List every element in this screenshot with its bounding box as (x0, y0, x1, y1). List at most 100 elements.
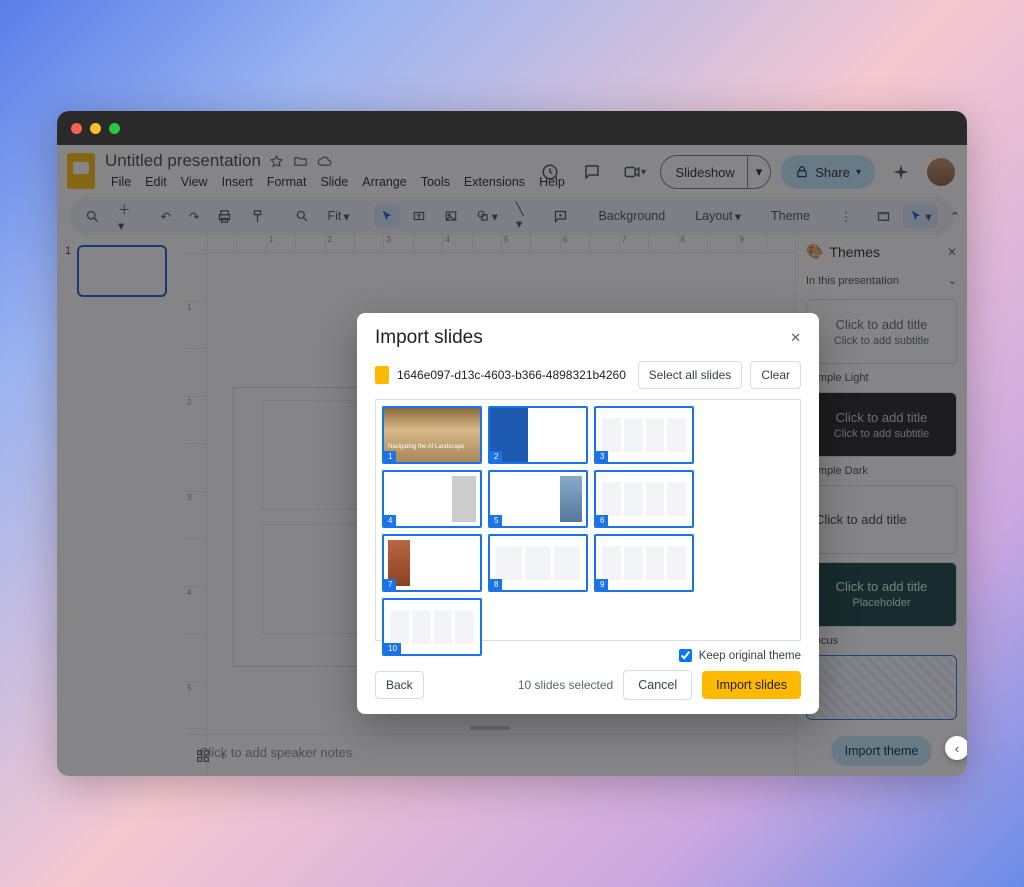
line-icon[interactable]: ╲ ▾ (510, 197, 530, 235)
menu-tools[interactable]: Tools (415, 173, 456, 191)
theme-label-focus: Focus (806, 635, 957, 647)
new-slide-button[interactable]: ＋ ▾ (112, 195, 137, 237)
theme-card-5[interactable] (806, 655, 957, 720)
close-themes-icon[interactable]: ✕ (947, 245, 957, 259)
window-max-dot[interactable] (109, 123, 120, 134)
slides-logo-icon[interactable] (67, 153, 95, 189)
move-folder-icon[interactable] (293, 153, 309, 169)
back-button[interactable]: Back (375, 671, 424, 699)
window-titlebar (57, 111, 967, 145)
slideshow-button[interactable]: Slideshow (660, 155, 746, 189)
import-theme-button[interactable]: Import theme (831, 736, 933, 766)
import-slide-2[interactable]: 2 (488, 406, 588, 464)
themes-sidebar: 🎨 Themes ✕ In this presentation ⌄ Click t… (795, 235, 967, 776)
slideshow-options-button[interactable]: ▾ (747, 155, 772, 189)
import-slide-9[interactable]: 9 (594, 534, 694, 592)
paint-format-icon[interactable] (244, 205, 271, 228)
slide-thumbnail-1[interactable] (77, 245, 167, 297)
slides-app: Untitled presentation File Edit View (57, 145, 967, 776)
cloud-status-icon[interactable] (317, 153, 333, 169)
comments-icon[interactable] (576, 156, 608, 188)
import-slide-5[interactable]: 5 (488, 470, 588, 528)
source-file-icon (375, 366, 389, 384)
document-title[interactable]: Untitled presentation (105, 151, 261, 171)
theme-button[interactable]: Theme (765, 205, 816, 227)
themes-title: Themes (829, 244, 880, 260)
theme-card-focus[interactable]: Click to add title Placeholder (806, 562, 957, 627)
dialog-title: Import slides (375, 327, 483, 349)
share-button[interactable]: Share ▾ (781, 155, 875, 189)
zoom-select[interactable]: Fit ▾ (321, 205, 355, 228)
toolbar: ＋ ▾ ↶ ↷ Fit ▾ ▾ ╲ ▾ Background Layout ▾ … (69, 197, 955, 235)
more-icon[interactable]: ⋮ (834, 205, 859, 228)
textbox-icon[interactable] (406, 205, 432, 227)
import-slide-3[interactable]: 3 (594, 406, 694, 464)
import-slide-10[interactable]: 10 (382, 598, 482, 656)
image-icon[interactable] (438, 205, 464, 227)
vertical-ruler: 12345 (185, 253, 207, 776)
theme-card-current[interactable]: Click to add title Click to add subtitle (806, 299, 957, 364)
import-slides-dialog: Import slides ✕ 1646e097-d13c-4603-b366-… (357, 313, 819, 714)
menu-bar: File Edit View Insert Format Slide Arran… (105, 173, 524, 191)
themes-section-toggle[interactable]: In this presentation ⌄ (796, 268, 967, 293)
account-avatar[interactable] (927, 158, 955, 186)
select-all-button[interactable]: Select all slides (638, 361, 743, 389)
speaker-notes[interactable]: Click to add speaker notes (185, 734, 795, 776)
app-window: Untitled presentation File Edit View (57, 111, 967, 776)
theme-card-simple-dark[interactable]: Click to add title Click to add subtitle (806, 392, 957, 457)
notes-resize-handle[interactable] (470, 726, 510, 730)
side-panel-toggle-icon[interactable]: ‹ (945, 736, 967, 760)
grid-view-icon[interactable] (195, 748, 213, 766)
menu-format[interactable]: Format (261, 173, 313, 191)
menu-edit[interactable]: Edit (139, 173, 173, 191)
theme-card-3[interactable]: Click to add title (806, 485, 957, 554)
slide-number: 1 (65, 245, 71, 766)
print-icon[interactable] (211, 205, 238, 228)
chevron-down-icon: ⌄ (948, 274, 957, 287)
search-icon[interactable] (79, 205, 106, 228)
clear-button[interactable]: Clear (750, 361, 801, 389)
zoom-icon[interactable] (289, 205, 315, 227)
menu-extensions[interactable]: Extensions (458, 173, 531, 191)
chevron-left-icon[interactable]: ‹ (221, 748, 239, 766)
menu-arrange[interactable]: Arrange (356, 173, 412, 191)
gemini-icon[interactable] (885, 156, 917, 188)
theme-label-simple-dark: Simple Dark (806, 465, 957, 477)
close-dialog-icon[interactable]: ✕ (790, 330, 801, 346)
comment-icon[interactable] (547, 205, 574, 228)
menu-view[interactable]: View (175, 173, 214, 191)
toggle-rulers-icon[interactable] (870, 205, 897, 228)
import-slides-button[interactable]: Import slides (702, 671, 801, 699)
star-icon[interactable] (269, 153, 285, 169)
background-button[interactable]: Background (592, 205, 671, 227)
import-slide-1[interactable]: Navigating the AI Landscape1 (382, 406, 482, 464)
import-slide-4[interactable]: 4 (382, 470, 482, 528)
menu-insert[interactable]: Insert (216, 173, 259, 191)
history-icon[interactable] (534, 156, 566, 188)
import-slide-8[interactable]: 8 (488, 534, 588, 592)
meet-icon[interactable]: ▾ (618, 156, 650, 188)
select-tool-icon[interactable] (374, 205, 400, 227)
cancel-button[interactable]: Cancel (623, 670, 692, 700)
window-min-dot[interactable] (90, 123, 101, 134)
app-header: Untitled presentation File Edit View (57, 145, 967, 191)
palette-icon: 🎨 (806, 243, 823, 260)
slide-panel: 1 (57, 235, 185, 776)
layout-button[interactable]: Layout ▾ (689, 205, 747, 228)
horizontal-ruler: 123456789 (207, 235, 795, 253)
selection-status: 10 slides selected (518, 678, 613, 692)
import-slide-6[interactable]: 6 (594, 470, 694, 528)
slides-grid: Navigating the AI Landscape1 2 3 4 5 6 7… (375, 399, 801, 641)
undo-icon[interactable]: ↶ (155, 205, 177, 228)
theme-label-simple-light: Simple Light (806, 372, 957, 384)
import-slide-7[interactable]: 7 (382, 534, 482, 592)
menu-file[interactable]: File (105, 173, 137, 191)
redo-icon[interactable]: ↷ (183, 205, 205, 228)
menu-slide[interactable]: Slide (314, 173, 354, 191)
collapse-toolbar-icon[interactable]: ⌃ (944, 205, 966, 228)
keep-theme-checkbox[interactable]: Keep original theme (679, 650, 802, 662)
shape-icon[interactable]: ▾ (470, 205, 504, 228)
mode-icon[interactable]: ▾ (903, 205, 937, 228)
source-filename: 1646e097-d13c-4603-b366-4898321b4260 (397, 368, 626, 382)
window-close-dot[interactable] (71, 123, 82, 134)
